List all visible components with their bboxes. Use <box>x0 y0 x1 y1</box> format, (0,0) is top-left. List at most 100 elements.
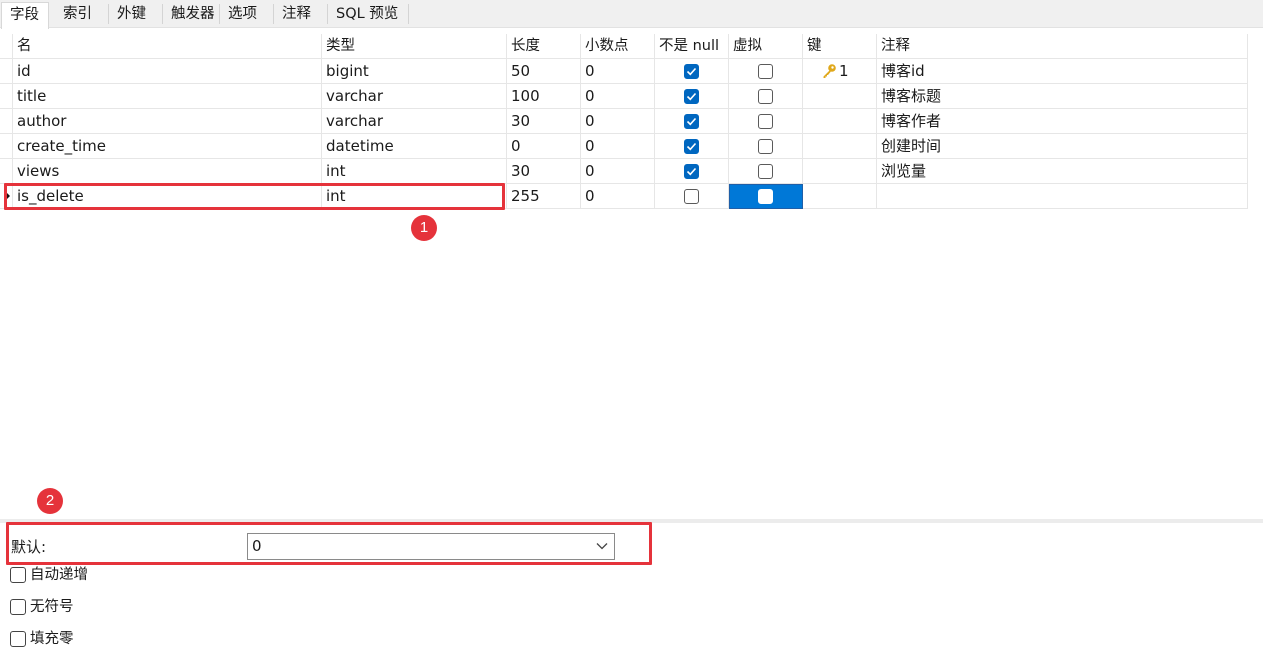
field-length-cell[interactable]: 30 <box>507 159 581 184</box>
field-comment-cell[interactable] <box>877 184 1248 209</box>
not-null-cell <box>655 134 729 159</box>
key-cell[interactable] <box>803 134 877 159</box>
zerofill-checkbox[interactable] <box>10 631 26 647</box>
tab-foreign-keys-label: 外键 <box>117 6 146 22</box>
tab-indexes[interactable]: 索引 <box>55 2 105 28</box>
table-row[interactable]: title varchar 100 0 博客标题 <box>0 84 1248 109</box>
key-cell[interactable] <box>803 84 877 109</box>
header-not-null[interactable]: 不是 null <box>655 34 729 59</box>
key-cell[interactable]: 1 <box>803 59 877 84</box>
unsigned-label: 无符号 <box>30 599 74 615</box>
field-name-cell[interactable]: views <box>13 159 322 184</box>
header-decimals[interactable]: 小数点 <box>581 34 655 59</box>
auto-increment-checkbox[interactable] <box>10 567 26 583</box>
header-virtual[interactable]: 虚拟 <box>729 34 803 59</box>
unsigned-checkbox[interactable] <box>10 599 26 615</box>
header-key[interactable]: 键 <box>803 34 877 59</box>
row-marker[interactable] <box>0 134 13 159</box>
row-marker[interactable] <box>0 59 13 84</box>
field-decimals-cell[interactable]: 0 <box>581 159 655 184</box>
field-decimals-cell[interactable]: 0 <box>581 59 655 84</box>
highlight-box-default <box>6 522 652 565</box>
field-length-cell[interactable]: 100 <box>507 84 581 109</box>
virtual-checkbox[interactable] <box>758 64 773 79</box>
key-cell[interactable] <box>803 159 877 184</box>
table-row[interactable]: id bigint 50 0 1 博客id <box>0 59 1248 84</box>
virtual-checkbox[interactable] <box>758 139 773 154</box>
field-length-cell[interactable]: 30 <box>507 109 581 134</box>
field-decimals-cell[interactable]: 0 <box>581 134 655 159</box>
virtual-checkbox[interactable] <box>758 89 773 104</box>
key-order: 1 <box>839 62 849 80</box>
virtual-cell <box>729 59 803 84</box>
field-comment-cell[interactable]: 浏览量 <box>877 159 1248 184</box>
tab-indexes-label: 索引 <box>63 6 92 22</box>
field-type-cell[interactable]: varchar <box>322 109 507 134</box>
table-row[interactable]: author varchar 30 0 博客作者 <box>0 109 1248 134</box>
field-decimals-cell[interactable]: 0 <box>581 109 655 134</box>
tab-bar: 字段 索引 外键 触发器 选项 注释 SQL 预览 <box>0 0 1263 29</box>
tab-options-label: 选项 <box>228 6 257 22</box>
virtual-cell-selected <box>729 184 803 209</box>
row-marker[interactable] <box>0 84 13 109</box>
virtual-checkbox[interactable] <box>758 164 773 179</box>
field-length-cell[interactable]: 50 <box>507 59 581 84</box>
field-name-cell[interactable]: id <box>13 59 322 84</box>
field-decimals-cell[interactable]: 0 <box>581 84 655 109</box>
field-comment-cell[interactable]: 博客标题 <box>877 84 1248 109</box>
virtual-cell <box>729 84 803 109</box>
not-null-checkbox[interactable] <box>684 114 699 129</box>
step-badge-1: 1 <box>411 215 437 241</box>
virtual-cell <box>729 109 803 134</box>
header-type[interactable]: 类型 <box>322 34 507 59</box>
not-null-checkbox[interactable] <box>684 164 699 179</box>
field-comment-cell[interactable]: 博客id <box>877 59 1248 84</box>
tab-triggers-label: 触发器 <box>171 6 215 22</box>
virtual-cell <box>729 134 803 159</box>
field-type-cell[interactable]: int <box>322 159 507 184</box>
header-marker <box>0 34 13 59</box>
field-decimals-cell[interactable]: 0 <box>581 184 655 209</box>
not-null-cell <box>655 109 729 134</box>
tab-foreign-keys[interactable]: 外键 <box>109 2 161 28</box>
tab-comments[interactable]: 注释 <box>274 2 326 28</box>
field-type-cell[interactable]: bigint <box>322 59 507 84</box>
header-comment[interactable]: 注释 <box>877 34 1248 59</box>
auto-increment-label: 自动递增 <box>30 567 88 583</box>
header-name[interactable]: 名 <box>13 34 322 59</box>
field-type-cell[interactable]: varchar <box>322 84 507 109</box>
row-marker[interactable] <box>0 109 13 134</box>
zerofill-label: 填充零 <box>30 631 74 647</box>
grid-header: 名 类型 长度 小数点 不是 null 虚拟 键 注释 <box>0 34 1248 59</box>
not-null-checkbox[interactable] <box>684 89 699 104</box>
field-name-cell[interactable]: create_time <box>13 134 322 159</box>
virtual-checkbox[interactable] <box>758 189 773 204</box>
table-row[interactable]: create_time datetime 0 0 创建时间 <box>0 134 1248 159</box>
tab-sql-preview-label: SQL 预览 <box>336 6 399 22</box>
tab-options[interactable]: 选项 <box>220 2 272 28</box>
key-cell[interactable] <box>803 109 877 134</box>
not-null-cell <box>655 59 729 84</box>
tab-divider <box>408 4 409 24</box>
not-null-cell <box>655 159 729 184</box>
not-null-checkbox[interactable] <box>684 139 699 154</box>
key-cell[interactable] <box>803 184 877 209</box>
step-badge-2: 2 <box>37 488 63 514</box>
field-name-cell[interactable]: author <box>13 109 322 134</box>
tab-fields-label: 字段 <box>10 7 39 23</box>
tab-triggers[interactable]: 触发器 <box>163 2 219 28</box>
header-length[interactable]: 长度 <box>507 34 581 59</box>
virtual-checkbox[interactable] <box>758 114 773 129</box>
field-length-cell[interactable]: 255 <box>507 184 581 209</box>
field-comment-cell[interactable]: 博客作者 <box>877 109 1248 134</box>
field-length-cell[interactable]: 0 <box>507 134 581 159</box>
not-null-checkbox[interactable] <box>684 189 699 204</box>
row-marker[interactable] <box>0 159 13 184</box>
tab-sql-preview[interactable]: SQL 预览 <box>328 2 408 28</box>
tab-fields[interactable]: 字段 <box>1 2 49 29</box>
field-type-cell[interactable]: datetime <box>322 134 507 159</box>
not-null-checkbox[interactable] <box>684 64 699 79</box>
field-name-cell[interactable]: title <box>13 84 322 109</box>
field-comment-cell[interactable]: 创建时间 <box>877 134 1248 159</box>
table-row[interactable]: views int 30 0 浏览量 <box>0 159 1248 184</box>
